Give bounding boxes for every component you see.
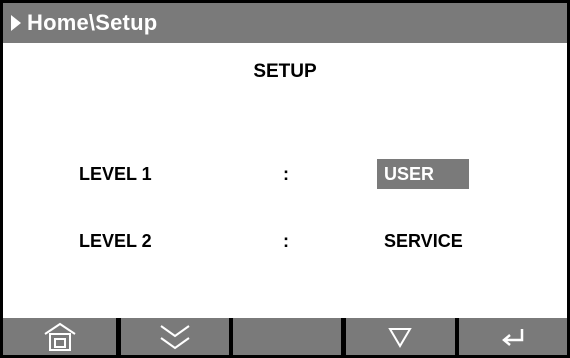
level-2-label: LEVEL 2	[79, 231, 152, 251]
double-chevron-down-icon	[159, 324, 190, 349]
breadcrumb-text: Home\Setup	[27, 10, 158, 35]
level-1-separator: :	[283, 164, 289, 184]
blank-softkey[interactable]	[233, 318, 341, 355]
level-1-label: LEVEL 1	[79, 164, 152, 184]
level-2-row[interactable]: LEVEL 2 : SERVICE	[3, 225, 567, 259]
level-2-value[interactable]: SERVICE	[384, 226, 463, 256]
home-icon	[43, 322, 76, 351]
play-right-icon	[11, 15, 21, 31]
breadcrumb: Home\Setup	[3, 3, 567, 43]
enter-icon	[502, 328, 524, 346]
triangle-down-icon	[388, 327, 412, 348]
setup-screen: Home\Setup SETUP LEVEL 1 : USER LEVEL 2 …	[0, 0, 570, 358]
level-1-row[interactable]: LEVEL 1 : USER	[3, 158, 567, 192]
home-softkey[interactable]	[3, 318, 116, 355]
down-softkey[interactable]	[345, 318, 455, 355]
page-title: SETUP	[253, 61, 317, 82]
level-1-value[interactable]: USER	[377, 159, 469, 189]
enter-softkey[interactable]	[459, 318, 567, 355]
level-2-separator: :	[283, 231, 289, 251]
softkey-bar	[3, 318, 567, 355]
setup-panel: SETUP LEVEL 1 : USER LEVEL 2 : SERVICE	[3, 43, 567, 318]
page-down-softkey[interactable]	[120, 318, 229, 355]
